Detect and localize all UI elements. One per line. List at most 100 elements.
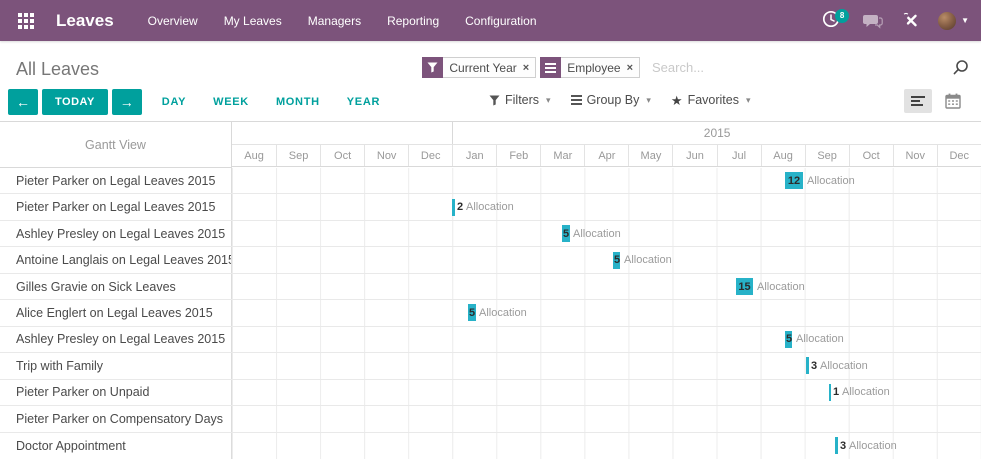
allocation-label: Allocation	[466, 200, 514, 214]
prev-button[interactable]: ←	[8, 89, 38, 115]
allocation-value: 5	[786, 332, 792, 346]
allocation-label: Allocation	[796, 332, 844, 346]
gantt-row-chart: 5 Allocation	[232, 327, 981, 352]
menu-group-by[interactable]: Group By▾	[571, 93, 651, 107]
month-header-row: AugSepOctNovDecJanFebMarAprMayJunJulAugS…	[232, 145, 981, 167]
facet-remove-icon[interactable]: ×	[523, 62, 529, 74]
allocation-bar[interactable]	[835, 437, 838, 454]
allocation-bar[interactable]	[829, 384, 831, 401]
nav-menu: Overview My Leaves Managers Reporting Config…	[148, 14, 537, 28]
nav-menu-item[interactable]: Configuration	[465, 14, 536, 28]
month-header-cell: Apr	[584, 145, 628, 166]
calendar-icon	[945, 93, 961, 109]
gantt-row-chart: 3Allocation	[232, 353, 981, 378]
gantt-view-button[interactable]	[904, 89, 932, 113]
scale-links: DAY WEEK MONTH YEAR	[162, 96, 380, 108]
gantt-row-label[interactable]: Trip with Family	[0, 353, 232, 378]
gantt-row-label[interactable]: Pieter Parker on Compensatory Days	[0, 406, 232, 431]
group-icon	[540, 57, 561, 78]
gantt-row-label[interactable]: Alice Englert on Legal Leaves 2015	[0, 300, 232, 325]
gantt-row: Gilles Gravie on Sick Leaves15Allocation	[0, 274, 981, 300]
next-button[interactable]: →	[112, 89, 142, 115]
scale-link-day[interactable]: DAY	[162, 96, 186, 108]
gantt-row-label[interactable]: Gilles Gravie on Sick Leaves	[0, 274, 232, 299]
allocation-label: Allocation	[820, 359, 868, 373]
chat-bubble-icon[interactable]	[863, 13, 883, 29]
chevron-down-icon: ▾	[746, 95, 751, 106]
gantt-row-label[interactable]: Pieter Parker on Legal Leaves 2015	[0, 194, 232, 219]
nav-menu-item[interactable]: My Leaves	[224, 14, 282, 28]
search-input[interactable]	[652, 60, 952, 75]
month-header-cell: Nov	[893, 145, 937, 166]
nav-menu-item[interactable]: Reporting	[387, 14, 439, 28]
gantt-row-label[interactable]: Ashley Presley on Legal Leaves 2015	[0, 327, 232, 352]
chevron-down-icon: ▼	[961, 16, 969, 25]
calendar-view-button[interactable]	[939, 89, 967, 113]
gantt-row-label[interactable]: Ashley Presley on Legal Leaves 2015	[0, 221, 232, 246]
notification-badge: 8	[835, 9, 849, 23]
month-header-cell: Jan	[452, 145, 496, 166]
chevron-down-icon: ▾	[646, 95, 651, 106]
allocation-label: Allocation	[479, 306, 527, 320]
allocation-value: 2	[457, 200, 463, 214]
month-header-cell: Sep	[805, 145, 849, 166]
scale-link-week[interactable]: WEEK	[213, 96, 249, 108]
gantt-row: Alice Englert on Legal Leaves 2015 5 Alloc…	[0, 300, 981, 326]
gantt-row-chart: 5 Allocation	[232, 300, 981, 325]
menu-favorites[interactable]: ★Favorites▾	[671, 93, 751, 107]
apps-grid-icon[interactable]	[18, 13, 34, 29]
gantt-body: Pieter Parker on Legal Leaves 201512Allo…	[0, 168, 981, 459]
tools-icon[interactable]	[902, 12, 919, 29]
facet-text: Employee	[567, 61, 620, 75]
nav-menu-item[interactable]: Overview	[148, 14, 198, 28]
allocation-label: Allocation	[849, 439, 897, 453]
view-switcher	[904, 89, 967, 113]
year-header-empty	[232, 122, 452, 144]
gantt-row-label[interactable]: Pieter Parker on Unpaid	[0, 380, 232, 405]
allocation-value: 3	[811, 359, 817, 373]
allocation-value: 5	[469, 306, 475, 320]
menu-label: Filters	[505, 93, 539, 107]
gantt-row-label[interactable]: Pieter Parker on Legal Leaves 2015	[0, 168, 232, 193]
gantt-row: Pieter Parker on Unpaid 1Allocation	[0, 380, 981, 406]
month-header-cell: May	[628, 145, 672, 166]
top-navbar: Leaves OverviewMy LeavesManagersReportin…	[0, 0, 981, 41]
gantt-row: Pieter Parker on Legal Leaves 201512Allo…	[0, 168, 981, 194]
facet-remove-icon[interactable]: ×	[627, 62, 633, 74]
star-icon: ★	[671, 94, 683, 107]
gantt-corner-label: Gantt View	[0, 122, 232, 168]
gantt-row-chart: 15Allocation	[232, 274, 981, 299]
gantt-row-label[interactable]: Antoine Langlais on Legal Leaves 2015	[0, 247, 232, 272]
gantt-view-icon	[911, 94, 925, 108]
allocation-value: 1	[833, 385, 839, 399]
year-header-row: 2015	[232, 122, 981, 145]
gantt-row-chart: 12Allocation	[232, 168, 981, 193]
allocation-label: Allocation	[842, 385, 890, 399]
gantt-row: Doctor Appointment3Allocation	[0, 433, 981, 459]
allocation-value: 3	[840, 439, 846, 453]
month-header-cell: Nov	[364, 145, 408, 166]
month-header-cell: Sep	[276, 145, 320, 166]
scale-link-year[interactable]: YEAR	[347, 96, 380, 108]
nav-menu-item[interactable]: Managers	[308, 14, 361, 28]
group-icon	[545, 61, 556, 75]
activity-clock-icon[interactable]: 8	[822, 10, 844, 32]
gantt-row: Ashley Presley on Legal Leaves 2015 5 Allo…	[0, 327, 981, 353]
scale-link-month[interactable]: MONTH	[276, 96, 320, 108]
gantt-row-chart: 3Allocation	[232, 433, 981, 459]
menu-filters[interactable]: Filters▾	[489, 93, 551, 107]
nav-right-icons: 8 ▼	[822, 10, 969, 32]
today-button[interactable]: TODAY	[42, 89, 108, 115]
search-icon[interactable]	[952, 59, 969, 76]
allocation-bar[interactable]	[806, 357, 809, 374]
allocation-bar[interactable]	[452, 199, 455, 216]
allocation-value: 5	[563, 227, 569, 241]
gantt-row: Trip with Family3Allocation	[0, 353, 981, 379]
user-menu[interactable]: ▼	[938, 12, 969, 30]
allocation-label: Allocation	[624, 253, 672, 267]
month-header-cell: Dec	[408, 145, 452, 166]
page-title: All Leaves	[16, 59, 99, 80]
month-header-cell: Dec	[937, 145, 981, 166]
gantt-row-label[interactable]: Doctor Appointment	[0, 433, 232, 459]
allocation-value: 5	[614, 253, 620, 267]
